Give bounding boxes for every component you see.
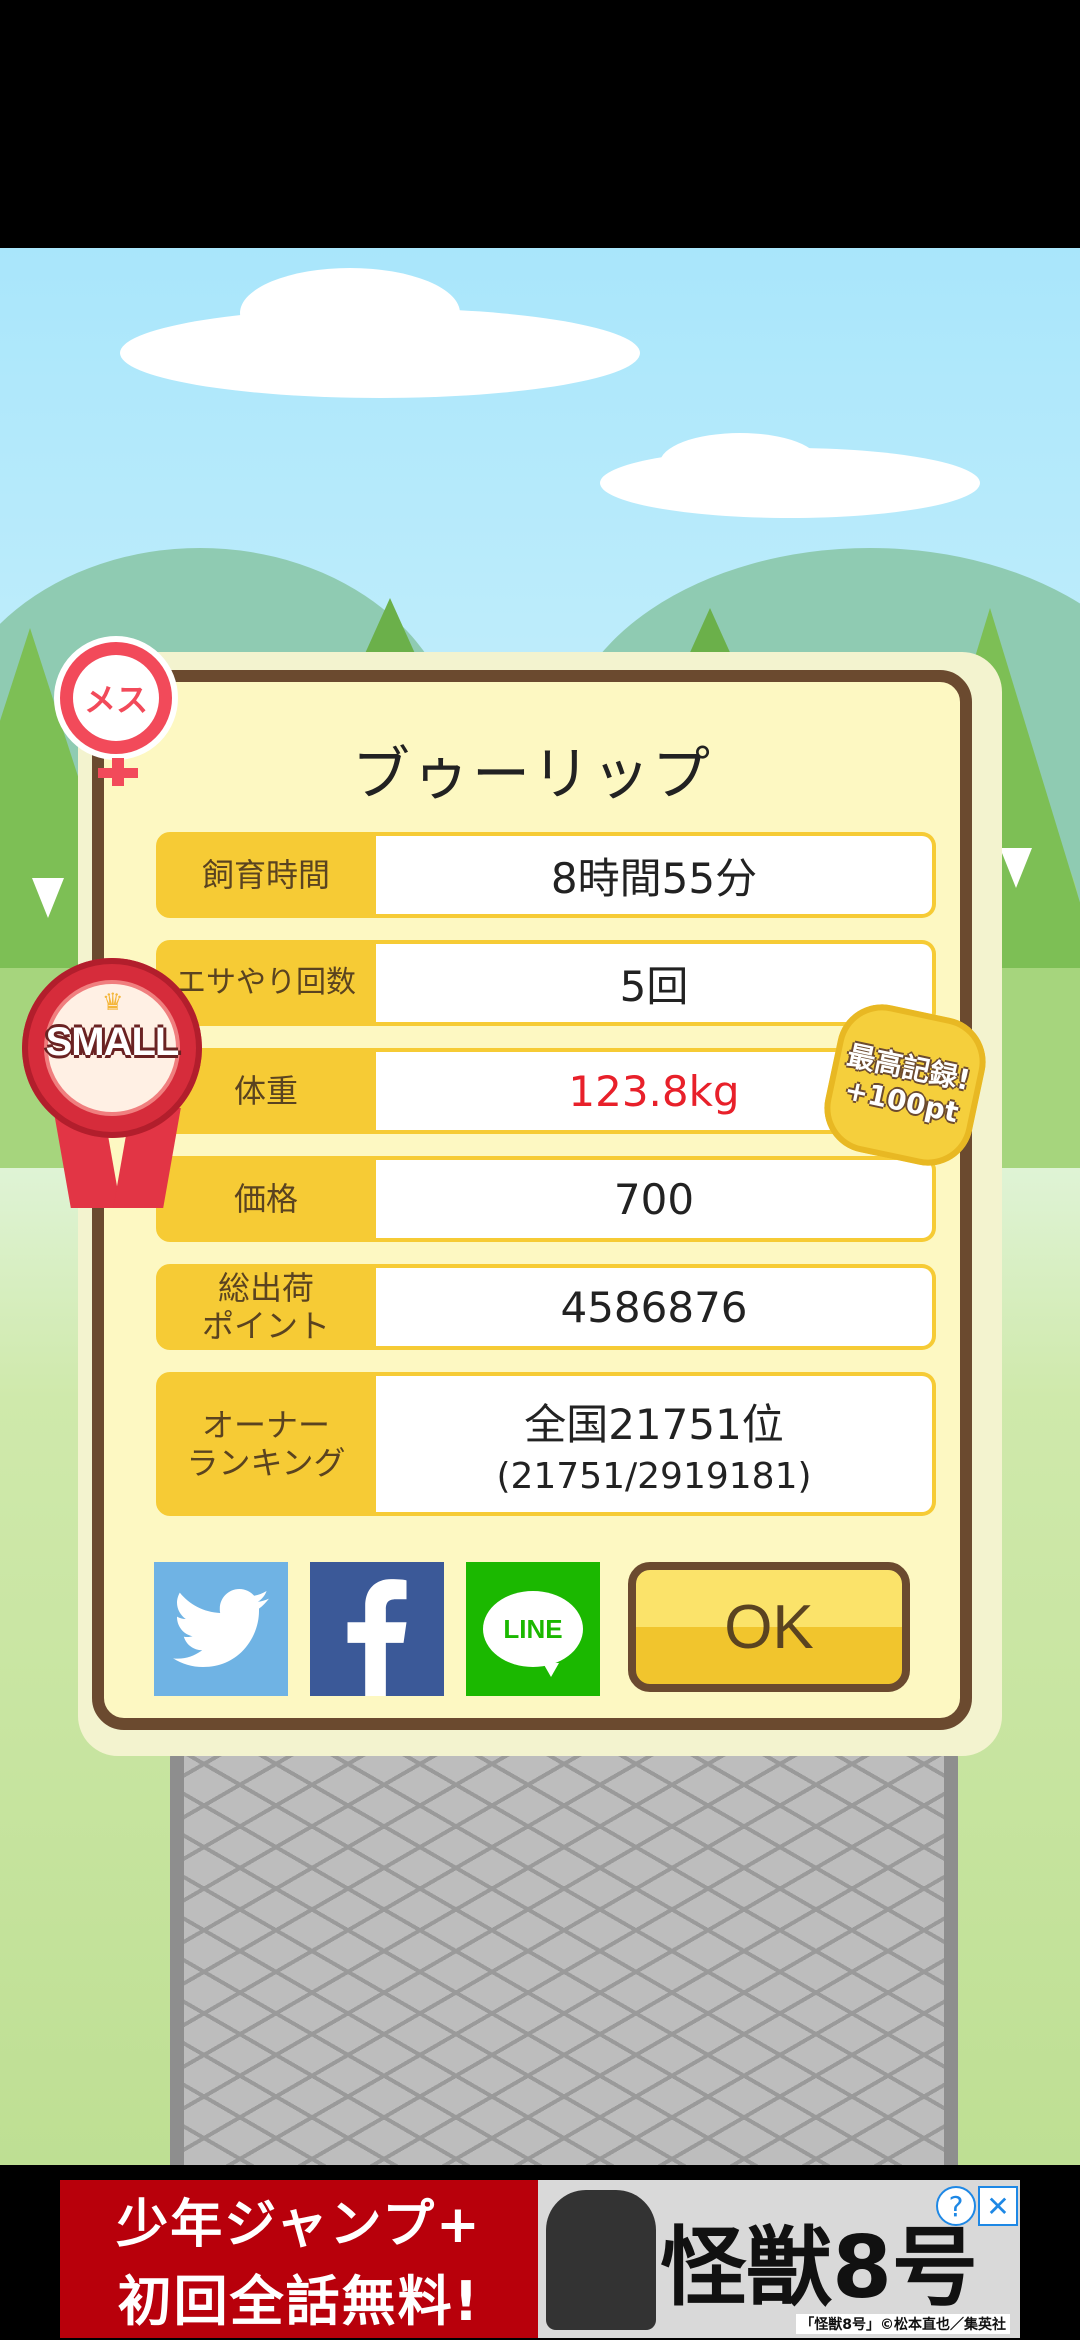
stat-row-weight: 体重 123.8kg (156, 1048, 936, 1134)
cloud (240, 268, 460, 358)
ranking-detail: (21751/2919181) (496, 1456, 812, 1497)
pennant-flag (1000, 848, 1032, 888)
facebook-share-button[interactable] (310, 1562, 444, 1696)
ad-character-image (546, 2190, 656, 2330)
stat-label-line: ランキング (186, 1444, 346, 1482)
pet-name: ブゥーリップ (351, 740, 712, 808)
stat-row-shipping-points: 総出荷 ポイント 4586876 (156, 1264, 936, 1350)
ad-title: 怪獣8号 (660, 2217, 978, 2318)
stat-label-line: オーナー (201, 1406, 330, 1444)
result-dialog: ブゥーリップ 飼育時間 8時間55分 エサやり回数 5回 体重 123.8kg … (92, 670, 972, 1730)
gender-label: メス (73, 655, 159, 741)
line-icon-tail (543, 1663, 559, 1677)
pennant-flag (32, 878, 64, 918)
stat-value: 5回 (376, 940, 936, 1026)
ad-left-panel: 少年ジャンプ+ 初回全話無料! (60, 2180, 538, 2338)
ad-brand: 少年ジャンプ+ (116, 2195, 482, 2255)
twitter-share-button[interactable] (154, 1562, 288, 1696)
stat-value: 700 (376, 1156, 936, 1242)
stat-value: 4586876 (376, 1264, 936, 1350)
ad-info-icon[interactable]: ? (936, 2186, 976, 2226)
line-icon-label: LINE (503, 1613, 563, 1644)
facebook-f-icon (347, 1579, 407, 1696)
crown-icon: ♛ (102, 988, 124, 1016)
cobblestone-road (170, 1718, 958, 2165)
ad-close-icon[interactable]: ✕ (978, 2186, 1018, 2226)
female-gender-badge: メス (54, 636, 178, 786)
stat-label: 飼育時間 (156, 832, 376, 918)
size-label: SMALL (45, 1020, 180, 1064)
stat-value: 8時間55分 (376, 832, 936, 918)
size-medal: ♛ SMALL (22, 958, 202, 1208)
ad-credit: 「怪獣8号」©松本直也／集英社 (796, 2314, 1010, 2334)
ad-tagline: 初回全話無料! (117, 2270, 481, 2333)
stat-label-line: 総出荷 (217, 1269, 314, 1307)
stat-value: 全国21751位 (21751/2919181) (376, 1372, 936, 1516)
stat-row-time: 飼育時間 8時間55分 (156, 832, 936, 918)
ok-button[interactable]: OK (628, 1562, 910, 1692)
female-symbol-cross (98, 768, 138, 778)
ad-banner[interactable]: 少年ジャンプ+ 初回全話無料! 怪獣8号 「怪獣8号」©松本直也／集英社 ? ✕ (60, 2180, 1020, 2338)
stat-row-owner-ranking: オーナー ランキング 全国21751位 (21751/2919181) (156, 1372, 936, 1516)
line-icon: LINE (483, 1591, 583, 1677)
stat-label: 総出荷 ポイント (156, 1264, 376, 1350)
stat-row-feed-count: エサやり回数 5回 (156, 940, 936, 1026)
cloud (660, 433, 820, 493)
stat-label: オーナー ランキング (156, 1372, 376, 1516)
stat-label-line: ポイント (201, 1307, 330, 1345)
line-share-button[interactable]: LINE (466, 1562, 600, 1696)
stat-row-price: 価格 700 (156, 1156, 936, 1242)
ranking-value: 全国21751位 (524, 1400, 784, 1449)
twitter-bird-icon (173, 1589, 269, 1667)
